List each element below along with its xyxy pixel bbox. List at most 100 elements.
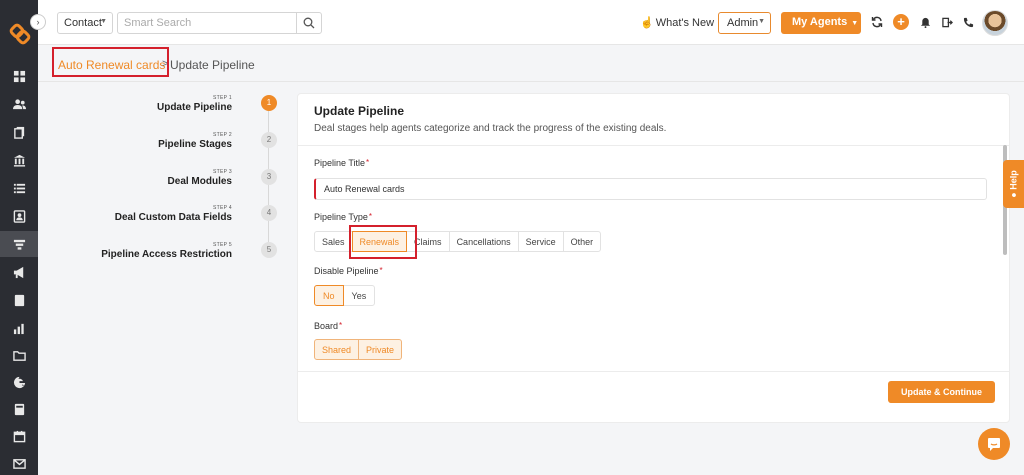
chevron-down-icon: ▼ <box>851 20 859 27</box>
sidebar-item-google[interactable] <box>0 369 38 395</box>
phone-button[interactable] <box>961 15 975 29</box>
bell-icon <box>920 17 930 28</box>
calculator-icon <box>14 403 24 415</box>
required-mark: * <box>366 158 370 167</box>
pipeline-funnel-icon <box>13 239 25 250</box>
quick-add-button[interactable]: + <box>893 14 909 30</box>
pipeline-type-option-renewals[interactable]: Renewals <box>351 231 408 252</box>
pipeline-type-option-other[interactable]: Other <box>562 231 602 252</box>
sidebar <box>0 0 38 475</box>
board-option-shared[interactable]: Shared <box>314 339 360 360</box>
role-select[interactable]: Admin ▼ <box>718 12 771 34</box>
help-label: Help <box>1008 170 1019 190</box>
help-tab[interactable]: ● Help <box>1003 160 1024 208</box>
step-label: Deal Custom Data Fields <box>114 212 232 223</box>
pipeline-type-option-cancellations[interactable]: Cancellations <box>448 231 519 252</box>
pipeline-type-option-service[interactable]: Service <box>517 231 564 252</box>
sidebar-item-calculator[interactable] <box>0 396 38 422</box>
update-pipeline-card: Update Pipeline Deal stages help agents … <box>297 93 1010 423</box>
sidebar-item-calendar[interactable] <box>0 423 38 449</box>
sidebar-item-campaigns[interactable] <box>0 259 38 285</box>
sidebar-item-files[interactable] <box>0 342 38 368</box>
breadcrumb: Auto Renewal cards > Update Pipeline <box>38 45 1024 82</box>
step-label: Pipeline Access Restriction <box>101 249 232 260</box>
required-mark: * <box>379 266 383 275</box>
phone-icon <box>963 17 973 27</box>
pipeline-title-label: Pipeline Title* <box>314 158 370 168</box>
sidebar-item-mail[interactable] <box>0 450 38 475</box>
disable-option-no[interactable]: No <box>314 285 344 306</box>
pipeline-type-label: Pipeline Type* <box>314 212 372 222</box>
sidebar-collapse-button[interactable]: › <box>30 14 46 30</box>
sidebar-item-contact-card[interactable] <box>0 203 38 229</box>
search-icon <box>303 17 315 29</box>
step-item[interactable]: STEP 3 Deal Modules <box>168 169 232 187</box>
board-label: Board* <box>314 321 343 331</box>
step-circle: 4 <box>261 205 277 221</box>
notifications-button[interactable] <box>918 15 932 29</box>
notes-icon <box>14 294 24 306</box>
sidebar-item-dashboard[interactable] <box>0 63 38 89</box>
update-continue-button[interactable]: Update & Continue <box>888 381 995 403</box>
step-item[interactable]: STEP 4 Deal Custom Data Fields <box>115 205 232 223</box>
chevron-down-icon: ▼ <box>758 18 765 25</box>
bank-icon <box>13 154 25 167</box>
step-item[interactable]: STEP 2 Pipeline Stages <box>158 132 232 150</box>
step-circle: 5 <box>261 242 277 258</box>
sidebar-item-reports[interactable] <box>0 315 38 341</box>
pipeline-type-option-claims[interactable]: Claims <box>406 231 450 252</box>
step-label: Update Pipeline <box>156 102 232 113</box>
contact-card-icon <box>13 209 25 223</box>
search-scope-select[interactable]: Contact ▼ <box>57 12 113 34</box>
step-circle: 1 <box>261 95 277 111</box>
sidebar-item-documents[interactable] <box>0 119 38 145</box>
chevron-right-icon: › <box>36 17 40 27</box>
sidebar-item-pipeline[interactable] <box>0 231 38 257</box>
whats-new-link[interactable]: ☝ What's New <box>640 16 714 29</box>
list-icon <box>13 183 25 193</box>
contacts-icon <box>12 98 26 109</box>
reports-icon <box>13 323 24 334</box>
search-button[interactable] <box>296 12 322 34</box>
sidebar-item-notes[interactable] <box>0 287 38 313</box>
board-segmented: Shared Private <box>314 339 403 360</box>
pipeline-title-input[interactable] <box>314 178 987 200</box>
topbar: Contact ▼ ☝What's New Admin ▼ My Agents▼… <box>38 0 1024 45</box>
step-circle: 2 <box>261 132 277 148</box>
chat-button[interactable] <box>978 428 1010 460</box>
mail-icon <box>12 458 26 469</box>
app-logo-icon[interactable] <box>8 22 32 46</box>
sidebar-item-contacts[interactable] <box>0 91 38 117</box>
user-avatar[interactable] <box>982 10 1008 36</box>
step-circle: 3 <box>261 169 277 185</box>
sidebar-item-bank[interactable] <box>0 147 38 173</box>
google-icon <box>13 376 25 388</box>
required-mark: * <box>339 321 343 330</box>
sidebar-item-list[interactable] <box>0 175 38 201</box>
disable-option-yes[interactable]: Yes <box>342 285 376 306</box>
step-item[interactable]: STEP 5 Pipeline Access Restriction <box>101 242 232 260</box>
chat-icon <box>988 438 1000 451</box>
refresh-button[interactable] <box>870 15 884 29</box>
breadcrumb-separator: > <box>162 58 169 70</box>
exit-icon <box>941 17 953 27</box>
pipeline-type-segmented: Sales Renewals Claims Cancellations Serv… <box>314 231 602 252</box>
step-item[interactable]: STEP 1 Update Pipeline <box>157 95 232 113</box>
required-mark: * <box>368 212 372 221</box>
smart-search-input[interactable] <box>117 12 297 34</box>
divider <box>298 145 1009 146</box>
search-scope-value: Contact <box>64 17 102 29</box>
chevron-down-icon: ▼ <box>100 18 107 25</box>
pipeline-type-option-sales[interactable]: Sales <box>314 231 353 252</box>
disable-pipeline-segmented: No Yes <box>314 285 376 306</box>
calendar-icon <box>13 430 25 442</box>
step-number-label: STEP 1 <box>213 95 232 101</box>
board-option-private[interactable]: Private <box>358 339 403 360</box>
pointing-hand-icon: ☝ <box>640 17 654 29</box>
step-label: Deal Modules <box>167 176 232 187</box>
logout-button[interactable] <box>940 15 954 29</box>
breadcrumb-parent-link[interactable]: Auto Renewal cards <box>58 58 165 72</box>
whats-new-label: What's New <box>655 17 715 29</box>
my-agents-button[interactable]: My Agents ▼ <box>781 12 861 34</box>
step-label: Pipeline Stages <box>158 139 232 150</box>
